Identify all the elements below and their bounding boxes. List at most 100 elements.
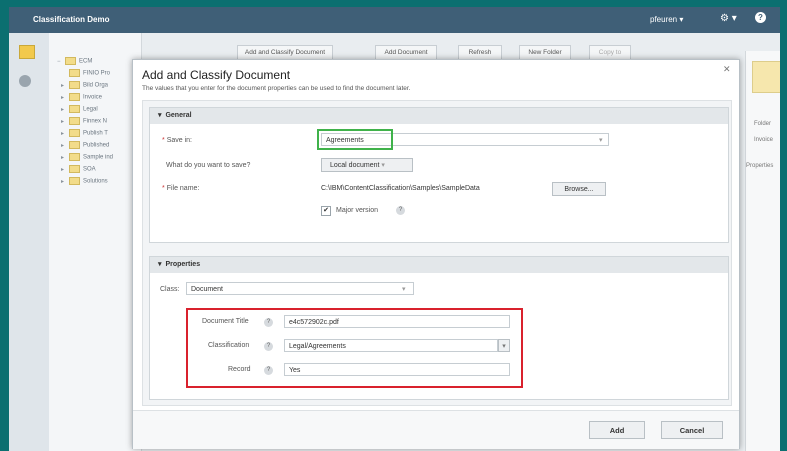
folder-icon bbox=[69, 153, 80, 161]
tree-item-label: Legal bbox=[83, 106, 98, 113]
help-icon[interactable]: ? bbox=[396, 206, 405, 215]
properties-header-label: Properties bbox=[165, 261, 201, 268]
tree-item-label: SOA bbox=[83, 166, 96, 173]
tree-item[interactable]: ▸ Finnex N bbox=[61, 117, 107, 127]
app-title: Classification Demo bbox=[33, 15, 110, 24]
rightpane-label: Invoice bbox=[754, 137, 774, 143]
rightpane-label: Folder bbox=[754, 121, 772, 127]
what-to-save-select[interactable]: Local document ▾ bbox=[321, 158, 413, 172]
tree-item-label: Bild Orga bbox=[83, 82, 109, 89]
classification-label: Classification bbox=[208, 342, 250, 349]
right-pane: Folder Invoice Properties bbox=[745, 51, 780, 451]
expand-icon[interactable]: ▸ bbox=[61, 130, 69, 137]
help-icon[interactable]: ? bbox=[264, 366, 273, 375]
folder-icon bbox=[65, 57, 76, 65]
user-menu[interactable]: pfeuren ▾ bbox=[650, 15, 683, 24]
expand-icon[interactable]: ▸ bbox=[61, 166, 69, 173]
add-classify-button[interactable]: Add and Classify Document bbox=[237, 45, 333, 60]
rightpane-label: Properties bbox=[746, 163, 774, 169]
folder-tree: − ECM FINIO Pro ▸ Bild Orga ▸ Invoice ▸ Lega… bbox=[49, 33, 142, 451]
major-version-checkbox[interactable]: ✔ bbox=[321, 206, 331, 216]
tree-item-label: Finnex N bbox=[83, 118, 108, 125]
dialog-title: Add and Classify Document bbox=[142, 68, 291, 82]
help-icon[interactable]: ? bbox=[264, 318, 273, 327]
close-icon[interactable]: ✕ bbox=[723, 64, 731, 75]
save-in-highlight bbox=[317, 129, 393, 150]
add-classify-dialog: Add and Classify Document The values tha… bbox=[132, 59, 740, 449]
file-name-label: * File name: bbox=[162, 185, 200, 192]
folder-icon bbox=[69, 69, 80, 77]
record-label: Record bbox=[228, 366, 251, 373]
cancel-button[interactable]: Cancel bbox=[661, 421, 723, 439]
folder-icon bbox=[69, 117, 80, 125]
expand-icon[interactable]: ▸ bbox=[61, 142, 69, 149]
tree-item[interactable]: ▸ Solutions bbox=[61, 177, 108, 187]
folder-icon bbox=[69, 165, 80, 173]
tree-item-label: Publish T bbox=[83, 130, 108, 137]
dialog-footer: Add Cancel bbox=[133, 410, 739, 449]
folder-icon bbox=[752, 61, 780, 93]
major-version-label: Major version bbox=[336, 207, 379, 214]
collapse-icon[interactable]: − bbox=[57, 59, 65, 65]
tree-item-label: Sample ind bbox=[83, 154, 114, 161]
collapse-icon[interactable]: ▾ bbox=[150, 261, 162, 268]
copy-to-button[interactable]: Copy to bbox=[589, 45, 631, 60]
document-title-field[interactable]: e4c572902c.pdf bbox=[284, 315, 510, 328]
chevron-down-icon[interactable]: ▾ bbox=[599, 136, 603, 144]
expand-icon[interactable]: ▸ bbox=[61, 82, 69, 89]
browse-button[interactable]: Browse... bbox=[552, 182, 606, 196]
tree-item[interactable]: ▸ Published bbox=[61, 141, 109, 151]
collapse-icon[interactable]: ▾ bbox=[150, 112, 162, 119]
tree-item[interactable]: ▸ Sample ind bbox=[61, 153, 113, 163]
top-bar: Classification Demo pfeuren ▾ ⚙ ▾ ? bbox=[9, 7, 780, 33]
left-icon-strip bbox=[9, 33, 50, 451]
folder-icon bbox=[69, 141, 80, 149]
tree-item-label: Invoice bbox=[83, 94, 103, 101]
folder-icon bbox=[69, 177, 80, 185]
refresh-button[interactable]: Refresh bbox=[458, 45, 502, 60]
folder-icon[interactable] bbox=[19, 45, 35, 59]
gear-icon[interactable]: ⚙ ▾ bbox=[720, 13, 737, 24]
add-button[interactable]: Add bbox=[589, 421, 645, 439]
record-field[interactable]: Yes bbox=[284, 363, 510, 376]
dialog-subtitle: The values that you enter for the docume… bbox=[142, 85, 411, 92]
expand-icon[interactable]: ▸ bbox=[61, 94, 69, 101]
folder-icon bbox=[69, 81, 80, 89]
tree-item[interactable]: ▸ Legal bbox=[61, 105, 98, 115]
chevron-down-icon[interactable]: ▾ bbox=[402, 285, 406, 293]
file-name-value: C:\IBM\ContentClassification\Samples\Sam… bbox=[321, 185, 480, 192]
new-folder-button[interactable]: New Folder bbox=[519, 45, 571, 60]
folder-icon bbox=[69, 105, 80, 113]
expand-icon[interactable]: ▸ bbox=[61, 106, 69, 113]
general-header-label: General bbox=[165, 112, 192, 119]
class-field[interactable]: Document bbox=[186, 282, 414, 295]
general-section-header[interactable]: ▾ General bbox=[149, 107, 729, 125]
add-document-button[interactable]: Add Document bbox=[375, 45, 437, 60]
tree-item-label: ECM bbox=[79, 58, 93, 65]
tree-item[interactable]: ▸ Invoice bbox=[61, 93, 102, 103]
folder-icon bbox=[69, 93, 80, 101]
tree-item-label: FINIO Pro bbox=[83, 70, 111, 77]
properties-section: Class: Document ▾ Document Title ? e4c57… bbox=[149, 273, 729, 400]
tree-item-root[interactable]: − ECM bbox=[57, 57, 92, 67]
class-label: Class: bbox=[160, 286, 180, 293]
folder-icon bbox=[69, 129, 80, 137]
what-to-save-label: What do you want to save? bbox=[166, 162, 251, 169]
chevron-down-icon[interactable]: ▾ bbox=[498, 339, 510, 352]
dialog-body: ▾ General * Save in: Agreements ▾ What d… bbox=[142, 100, 732, 406]
search-icon[interactable] bbox=[19, 75, 31, 87]
tree-item-label: Solutions bbox=[83, 178, 108, 185]
tree-item[interactable]: FINIO Pro bbox=[61, 69, 110, 79]
expand-icon[interactable]: ▸ bbox=[61, 178, 69, 185]
help-icon[interactable]: ? bbox=[755, 12, 766, 23]
classification-field[interactable]: Legal/Agreements bbox=[284, 339, 498, 352]
tree-item[interactable]: ▸ SOA bbox=[61, 165, 96, 175]
tree-item[interactable]: ▸ Bild Orga bbox=[61, 81, 108, 91]
properties-section-header[interactable]: ▾ Properties bbox=[149, 256, 729, 274]
expand-icon[interactable]: ▸ bbox=[61, 118, 69, 125]
tree-item-label: Published bbox=[83, 142, 110, 149]
expand-icon[interactable]: ▸ bbox=[61, 154, 69, 161]
tree-item[interactable]: ▸ Publish T bbox=[61, 129, 108, 139]
help-icon[interactable]: ? bbox=[264, 342, 273, 351]
general-section: * Save in: Agreements ▾ What do you want… bbox=[149, 124, 729, 243]
